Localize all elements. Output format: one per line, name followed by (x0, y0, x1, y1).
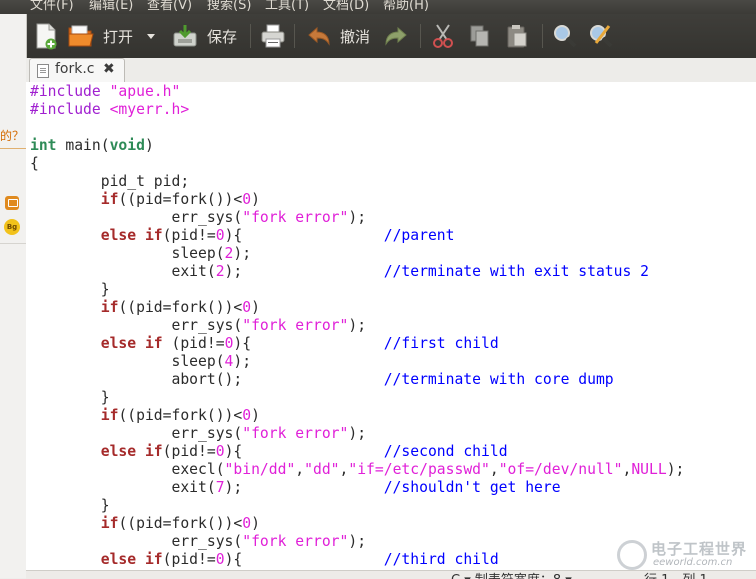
watermark-text-en: eeworld.com.cn (653, 557, 733, 568)
toolbar-separator (294, 24, 295, 48)
side-panel-text: 的？ (0, 129, 25, 143)
save-label: 保存 (207, 27, 238, 46)
code-editor[interactable]: #include "apue.h" #include <myerr.h> int… (26, 82, 756, 578)
new-document-icon (36, 23, 57, 50)
menu-file[interactable]: 文件(F) (30, 0, 74, 13)
new-document-button[interactable] (34, 21, 58, 51)
open-folder-icon (68, 25, 94, 47)
tab-fork-c[interactable]: fork.c ✖ (29, 58, 125, 83)
redo-icon (385, 26, 407, 46)
find-replace-button[interactable] (588, 21, 614, 51)
menu-bar: 文件(F) 编辑(E) 查看(V) 搜索(S) 工具(T) 文档(D) 帮助(H… (0, 0, 756, 14)
search-icon (554, 25, 577, 48)
redo-button[interactable] (383, 21, 409, 51)
watermark: 电子工程世界 eeworld.com.cn (617, 536, 756, 578)
tab-strip: fork.c ✖ (26, 58, 756, 83)
scissors-icon (433, 24, 453, 48)
undo-button[interactable]: 撤消 (306, 21, 370, 51)
copy-button[interactable] (468, 21, 492, 51)
text-file-icon (37, 64, 49, 78)
divider (0, 243, 26, 244)
open-recent-dropdown[interactable] (146, 21, 156, 51)
save-icon (173, 25, 197, 47)
undo-label: 撤消 (340, 27, 371, 46)
save-button[interactable]: 保存 (171, 21, 237, 51)
watermark-text-cn: 电子工程世界 (651, 540, 748, 558)
tab-filename: fork.c (55, 61, 95, 77)
app-icon[interactable] (5, 196, 19, 210)
menu-help[interactable]: 帮助(H) (383, 0, 429, 13)
watermark-logo-icon (617, 540, 647, 570)
open-button[interactable]: 打开 (67, 21, 133, 51)
toolbar-separator (420, 24, 421, 48)
copy-icon (470, 25, 489, 47)
undo-icon (308, 26, 330, 46)
side-panel: 的？ Bg (0, 14, 27, 578)
cut-button[interactable] (431, 21, 455, 51)
menu-search[interactable]: 搜索(S) (207, 0, 251, 13)
toolbar-separator (542, 24, 543, 48)
menu-tools[interactable]: 工具(T) (265, 0, 309, 13)
source-code: #include "apue.h" #include <myerr.h> int… (30, 83, 685, 568)
find-replace-icon (590, 25, 613, 48)
paste-button[interactable] (505, 21, 529, 51)
paste-icon (507, 25, 527, 48)
menu-documents[interactable]: 文档(D) (323, 0, 369, 13)
menu-view[interactable]: 查看(V) (147, 0, 192, 13)
divider (0, 148, 26, 149)
print-button[interactable] (259, 21, 287, 51)
open-label: 打开 (103, 27, 134, 46)
bg-app-icon[interactable]: Bg (4, 219, 20, 235)
find-button[interactable] (552, 21, 578, 51)
chevron-down-icon (147, 34, 155, 39)
toolbar: 打开 保存 撤消 (26, 14, 756, 58)
printer-icon (261, 24, 285, 48)
close-tab-icon[interactable]: ✖ (103, 61, 115, 77)
toolbar-separator (250, 24, 251, 48)
menu-edit[interactable]: 编辑(E) (89, 0, 133, 13)
